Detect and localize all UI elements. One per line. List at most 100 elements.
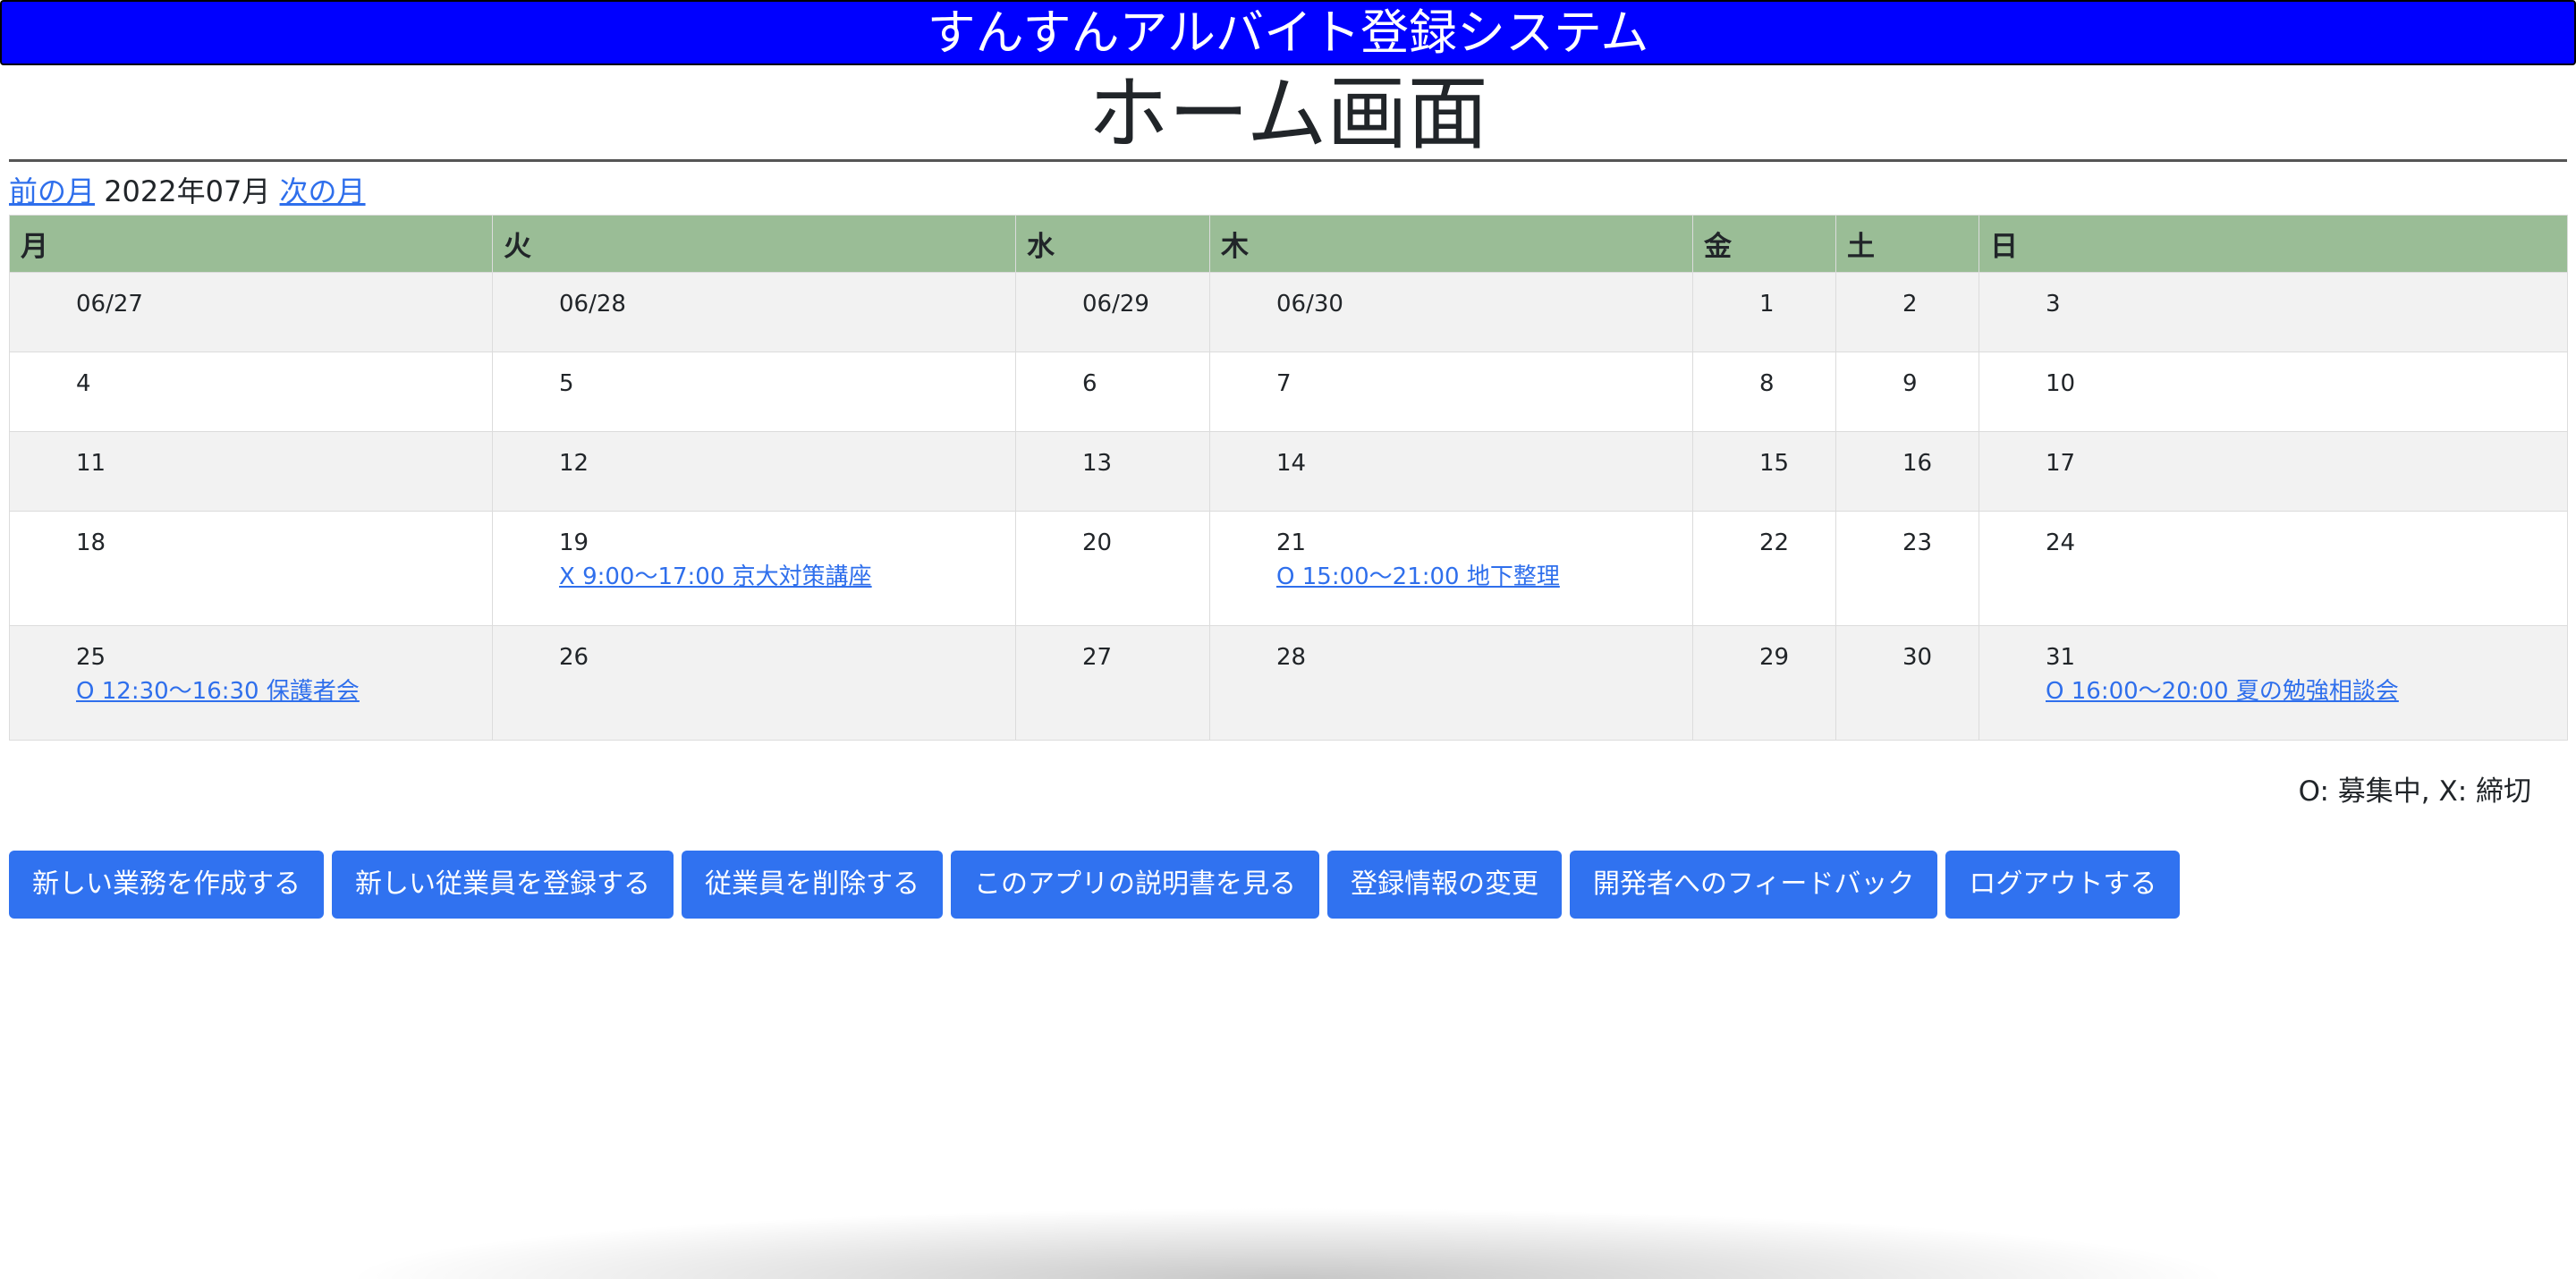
- calendar-day-cell[interactable]: 3: [1979, 272, 2568, 352]
- month-nav: 前の月 2022年07月 次の月: [9, 171, 366, 212]
- day-number: 13: [1082, 450, 1113, 477]
- day-number: 30: [1902, 644, 1933, 671]
- calendar-day-cell[interactable]: 23: [1835, 511, 1979, 626]
- logout-button[interactable]: ログアウトする: [1945, 851, 2181, 919]
- calendar-day-cell[interactable]: 17: [1979, 431, 2568, 512]
- register-employee-button[interactable]: 新しい従業員を登録する: [332, 851, 674, 919]
- day-number: 06/30: [1276, 291, 1343, 318]
- day-number: 06/29: [1082, 291, 1149, 318]
- calendar-week-row: 18 19 X 9:00〜17:00 京大対策講座 20 21 O 15:00〜21:00…: [9, 511, 2568, 626]
- next-month-link[interactable]: 次の月: [280, 174, 366, 208]
- calendar-day-cell[interactable]: 26: [492, 625, 1016, 741]
- calendar-day-cell[interactable]: 16: [1835, 431, 1979, 512]
- calendar-day-cell[interactable]: 6: [1015, 352, 1210, 432]
- page-title: ホーム画面: [1088, 67, 1488, 161]
- calendar-day-cell[interactable]: 14: [1209, 431, 1693, 512]
- title-divider: [9, 159, 2567, 162]
- weekday-header: 金: [1692, 215, 1836, 273]
- day-number: 22: [1759, 529, 1790, 556]
- day-number: 14: [1276, 450, 1307, 477]
- day-number: 23: [1902, 529, 1933, 556]
- day-number: 31: [2046, 644, 2076, 671]
- calendar-day-cell[interactable]: 5: [492, 352, 1016, 432]
- calendar-day-cell[interactable]: 10: [1979, 352, 2568, 432]
- day-number: 8: [1759, 370, 1775, 397]
- day-number: 9: [1902, 370, 1918, 397]
- calendar-day-cell[interactable]: 30: [1835, 625, 1979, 741]
- calendar-week-row: 25 O 12:30〜16:30 保護者会 26 27 28 29 30 31 O 16:00〜…: [9, 625, 2568, 741]
- edit-profile-button[interactable]: 登録情報の変更: [1327, 851, 1562, 919]
- calendar-day-cell[interactable]: 22: [1692, 511, 1836, 626]
- day-number: 21: [1276, 529, 1307, 556]
- calendar-day-cell[interactable]: 27: [1015, 625, 1210, 741]
- delete-employee-button[interactable]: 従業員を削除する: [682, 851, 943, 919]
- day-number: 3: [2046, 291, 2061, 318]
- weekday-header: 月: [9, 215, 493, 273]
- calendar-table: 月 火 水 木 金 土 日 06/27 06/28 06/29 06/30 1 2 3 4 5 6…: [9, 215, 2568, 741]
- calendar-day-cell[interactable]: 13: [1015, 431, 1210, 512]
- calendar-day-cell[interactable]: 29: [1692, 625, 1836, 741]
- calendar-day-cell[interactable]: 1: [1692, 272, 1836, 352]
- view-manual-button[interactable]: このアプリの説明書を見る: [951, 851, 1319, 919]
- calendar-week-row: 11 12 13 14 15 16 17: [9, 431, 2568, 512]
- calendar-day-cell[interactable]: 06/30: [1209, 272, 1693, 352]
- calendar-week-row: 06/27 06/28 06/29 06/30 1 2 3: [9, 272, 2568, 352]
- weekday-header: 木: [1209, 215, 1693, 273]
- day-number: 25: [76, 644, 106, 671]
- weekday-header-row: 月 火 水 木 金 土 日: [9, 215, 2568, 273]
- current-month: 2022年07月: [104, 174, 271, 208]
- calendar-day-cell[interactable]: 20: [1015, 511, 1210, 626]
- calendar-day-cell[interactable]: 06/28: [492, 272, 1016, 352]
- day-number: 16: [1902, 450, 1933, 477]
- calendar-day-cell[interactable]: 7: [1209, 352, 1693, 432]
- developer-feedback-button[interactable]: 開発者へのフィードバック: [1570, 851, 1938, 919]
- day-number: 26: [559, 644, 589, 671]
- day-number: 10: [2046, 370, 2076, 397]
- shift-event-link[interactable]: X 9:00〜17:00 京大対策講座: [559, 560, 1006, 594]
- status-legend: O: 募集中, X: 締切: [2298, 775, 2531, 808]
- weekday-header: 土: [1835, 215, 1979, 273]
- calendar-week-row: 4 5 6 7 8 9 10: [9, 352, 2568, 432]
- calendar-day-cell[interactable]: 12: [492, 431, 1016, 512]
- calendar-day-cell[interactable]: 21 O 15:00〜21:00 地下整理: [1209, 511, 1693, 626]
- shift-event-link[interactable]: O 12:30〜16:30 保護者会: [76, 674, 483, 708]
- calendar-day-cell[interactable]: 25 O 12:30〜16:30 保護者会: [9, 625, 493, 741]
- calendar-day-cell[interactable]: 19 X 9:00〜17:00 京大対策講座: [492, 511, 1016, 626]
- weekday-header: 水: [1015, 215, 1210, 273]
- app-title: すんすんアルバイト登録システム: [927, 4, 1649, 61]
- calendar-day-cell[interactable]: 2: [1835, 272, 1979, 352]
- calendar-day-cell[interactable]: 11: [9, 431, 493, 512]
- app-header: すんすんアルバイト登録システム: [0, 0, 2576, 65]
- day-number: 12: [559, 450, 589, 477]
- calendar-day-cell[interactable]: 06/29: [1015, 272, 1210, 352]
- create-task-button[interactable]: 新しい業務を作成する: [9, 851, 324, 919]
- calendar-day-cell[interactable]: 4: [9, 352, 493, 432]
- weekday-header: 日: [1979, 215, 2568, 273]
- calendar-day-cell[interactable]: 28: [1209, 625, 1693, 741]
- calendar-day-cell[interactable]: 24: [1979, 511, 2568, 626]
- shift-event-link[interactable]: O 15:00〜21:00 地下整理: [1276, 560, 1683, 594]
- day-number: 2: [1902, 291, 1918, 318]
- day-number: 1: [1759, 291, 1775, 318]
- day-number: 19: [559, 529, 589, 556]
- calendar-day-cell[interactable]: 8: [1692, 352, 1836, 432]
- calendar-day-cell[interactable]: 31 O 16:00〜20:00 夏の勉強相談会: [1979, 625, 2568, 741]
- calendar-day-cell[interactable]: 06/27: [9, 272, 493, 352]
- day-number: 4: [76, 370, 91, 397]
- day-number: 7: [1276, 370, 1292, 397]
- day-number: 27: [1082, 644, 1113, 671]
- window-shadow: [340, 1207, 2236, 1279]
- day-number: 11: [76, 450, 106, 477]
- day-number: 6: [1082, 370, 1097, 397]
- calendar-body: 06/27 06/28 06/29 06/30 1 2 3 4 5 6 7 8 9 10 11 12 13 14 1…: [9, 272, 2568, 741]
- shift-event-link[interactable]: O 16:00〜20:00 夏の勉強相談会: [2046, 674, 2558, 708]
- prev-month-link[interactable]: 前の月: [9, 174, 95, 208]
- day-number: 20: [1082, 529, 1113, 556]
- day-number: 06/28: [559, 291, 626, 318]
- calendar-day-cell[interactable]: 18: [9, 511, 493, 626]
- day-number: 18: [76, 529, 106, 556]
- calendar-day-cell[interactable]: 15: [1692, 431, 1836, 512]
- calendar-day-cell[interactable]: 9: [1835, 352, 1979, 432]
- day-number: 28: [1276, 644, 1307, 671]
- day-number: 5: [559, 370, 574, 397]
